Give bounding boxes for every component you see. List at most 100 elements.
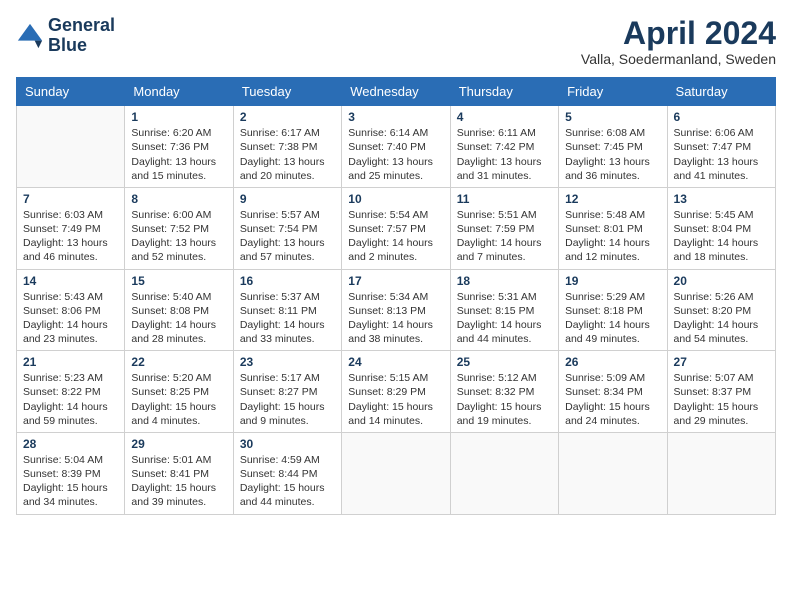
calendar-cell: 11 Sunrise: 5:51 AM Sunset: 7:59 PM Dayli… <box>450 187 558 269</box>
calendar-cell: 23Sunrise: 5:17 AM Sunset: 8:27 PM Dayli… <box>233 351 341 433</box>
title-area: April 2024 Valla, Soedermanland, Sweden <box>581 16 776 67</box>
calendar-week-row: 14 Sunrise: 5:43 AM Sunset: 8:06 PM Dayli… <box>17 269 776 351</box>
day-info: Sunrise: 5:04 AM Sunset: 8:39 PM Dayligh… <box>23 453 118 510</box>
day-number: 14 <box>23 274 118 288</box>
day-number: 27 <box>674 355 769 369</box>
calendar-cell <box>559 432 667 514</box>
calendar-cell: 10 Sunrise: 5:54 AM Sunset: 7:57 PM Dayli… <box>342 187 450 269</box>
day-number: 5 <box>565 110 660 124</box>
calendar-cell: 14 Sunrise: 5:43 AM Sunset: 8:06 PM Dayli… <box>17 269 125 351</box>
calendar-cell: 27 Sunrise: 5:07 AM Sunset: 8:37 PM Dayli… <box>667 351 775 433</box>
day-info: Sunrise: 5:12 AM Sunset: 8:32 PM Dayligh… <box>457 371 552 428</box>
calendar-week-row: 7 Sunrise: 6:03 AM Sunset: 7:49 PM Daylig… <box>17 187 776 269</box>
logo-text: General Blue <box>48 16 115 56</box>
calendar-cell: 19Sunrise: 5:29 AM Sunset: 8:18 PM Dayli… <box>559 269 667 351</box>
day-info: Sunrise: 5:23 AM Sunset: 8:22 PM Dayligh… <box>23 371 118 428</box>
day-number: 28 <box>23 437 118 451</box>
calendar-header-row: SundayMondayTuesdayWednesdayThursdayFrid… <box>17 78 776 106</box>
calendar-cell: 1 Sunrise: 6:20 AM Sunset: 7:36 PM Daylig… <box>125 106 233 188</box>
month-title: April 2024 <box>581 16 776 51</box>
day-number: 10 <box>348 192 443 206</box>
day-info: Sunrise: 5:26 AM Sunset: 8:20 PM Dayligh… <box>674 290 769 347</box>
day-number: 29 <box>131 437 226 451</box>
calendar-cell: 12Sunrise: 5:48 AM Sunset: 8:01 PM Dayli… <box>559 187 667 269</box>
day-info: Sunrise: 6:06 AM Sunset: 7:47 PM Dayligh… <box>674 126 769 183</box>
calendar-cell: 8 Sunrise: 6:00 AM Sunset: 7:52 PM Daylig… <box>125 187 233 269</box>
column-header-monday: Monday <box>125 78 233 106</box>
calendar-cell: 13 Sunrise: 5:45 AM Sunset: 8:04 PM Dayli… <box>667 187 775 269</box>
calendar-cell: 3 Sunrise: 6:14 AM Sunset: 7:40 PM Daylig… <box>342 106 450 188</box>
calendar-cell: 24Sunrise: 5:15 AM Sunset: 8:29 PM Dayli… <box>342 351 450 433</box>
day-number: 3 <box>348 110 443 124</box>
day-info: Sunrise: 5:37 AM Sunset: 8:11 PM Dayligh… <box>240 290 335 347</box>
day-info: Sunrise: 5:20 AM Sunset: 8:25 PM Dayligh… <box>131 371 226 428</box>
day-number: 12 <box>565 192 660 206</box>
calendar-cell: 15 Sunrise: 5:40 AM Sunset: 8:08 PM Dayli… <box>125 269 233 351</box>
day-info: Sunrise: 5:43 AM Sunset: 8:06 PM Dayligh… <box>23 290 118 347</box>
day-info: Sunrise: 5:40 AM Sunset: 8:08 PM Dayligh… <box>131 290 226 347</box>
day-info: Sunrise: 5:51 AM Sunset: 7:59 PM Dayligh… <box>457 208 552 265</box>
day-info: Sunrise: 5:34 AM Sunset: 8:13 PM Dayligh… <box>348 290 443 347</box>
calendar-cell: 21 Sunrise: 5:23 AM Sunset: 8:22 PM Dayli… <box>17 351 125 433</box>
calendar-cell: 4Sunrise: 6:11 AM Sunset: 7:42 PM Daylig… <box>450 106 558 188</box>
day-number: 17 <box>348 274 443 288</box>
day-number: 8 <box>131 192 226 206</box>
column-header-friday: Friday <box>559 78 667 106</box>
day-info: Sunrise: 5:31 AM Sunset: 8:15 PM Dayligh… <box>457 290 552 347</box>
logo-icon <box>16 22 44 50</box>
calendar-week-row: 1 Sunrise: 6:20 AM Sunset: 7:36 PM Daylig… <box>17 106 776 188</box>
day-number: 11 <box>457 192 552 206</box>
calendar-cell: 29Sunrise: 5:01 AM Sunset: 8:41 PM Dayli… <box>125 432 233 514</box>
calendar-cell: 5 Sunrise: 6:08 AM Sunset: 7:45 PM Daylig… <box>559 106 667 188</box>
day-number: 2 <box>240 110 335 124</box>
day-info: Sunrise: 5:07 AM Sunset: 8:37 PM Dayligh… <box>674 371 769 428</box>
header: General Blue April 2024 Valla, Soederman… <box>16 16 776 67</box>
calendar-cell: 2Sunrise: 6:17 AM Sunset: 7:38 PM Daylig… <box>233 106 341 188</box>
calendar-cell: 26Sunrise: 5:09 AM Sunset: 8:34 PM Dayli… <box>559 351 667 433</box>
calendar-cell: 6Sunrise: 6:06 AM Sunset: 7:47 PM Daylig… <box>667 106 775 188</box>
day-info: Sunrise: 5:57 AM Sunset: 7:54 PM Dayligh… <box>240 208 335 265</box>
day-number: 15 <box>131 274 226 288</box>
column-header-sunday: Sunday <box>17 78 125 106</box>
day-info: Sunrise: 6:20 AM Sunset: 7:36 PM Dayligh… <box>131 126 226 183</box>
day-number: 1 <box>131 110 226 124</box>
day-info: Sunrise: 6:00 AM Sunset: 7:52 PM Dayligh… <box>131 208 226 265</box>
calendar-cell: 20 Sunrise: 5:26 AM Sunset: 8:20 PM Dayli… <box>667 269 775 351</box>
calendar-week-row: 21 Sunrise: 5:23 AM Sunset: 8:22 PM Dayli… <box>17 351 776 433</box>
calendar-cell: 18 Sunrise: 5:31 AM Sunset: 8:15 PM Dayli… <box>450 269 558 351</box>
column-header-saturday: Saturday <box>667 78 775 106</box>
day-number: 18 <box>457 274 552 288</box>
day-info: Sunrise: 6:14 AM Sunset: 7:40 PM Dayligh… <box>348 126 443 183</box>
day-number: 24 <box>348 355 443 369</box>
calendar-cell: 7 Sunrise: 6:03 AM Sunset: 7:49 PM Daylig… <box>17 187 125 269</box>
day-info: Sunrise: 6:03 AM Sunset: 7:49 PM Dayligh… <box>23 208 118 265</box>
day-info: Sunrise: 4:59 AM Sunset: 8:44 PM Dayligh… <box>240 453 335 510</box>
day-number: 20 <box>674 274 769 288</box>
day-number: 25 <box>457 355 552 369</box>
day-info: Sunrise: 5:54 AM Sunset: 7:57 PM Dayligh… <box>348 208 443 265</box>
day-number: 21 <box>23 355 118 369</box>
calendar-cell <box>342 432 450 514</box>
day-number: 13 <box>674 192 769 206</box>
location-subtitle: Valla, Soedermanland, Sweden <box>581 51 776 67</box>
column-header-wednesday: Wednesday <box>342 78 450 106</box>
calendar-cell: 25 Sunrise: 5:12 AM Sunset: 8:32 PM Dayli… <box>450 351 558 433</box>
calendar-cell: 16Sunrise: 5:37 AM Sunset: 8:11 PM Dayli… <box>233 269 341 351</box>
day-info: Sunrise: 5:17 AM Sunset: 8:27 PM Dayligh… <box>240 371 335 428</box>
calendar-cell: 9 Sunrise: 5:57 AM Sunset: 7:54 PM Daylig… <box>233 187 341 269</box>
calendar-cell: 30 Sunrise: 4:59 AM Sunset: 8:44 PM Dayli… <box>233 432 341 514</box>
day-number: 30 <box>240 437 335 451</box>
day-info: Sunrise: 6:08 AM Sunset: 7:45 PM Dayligh… <box>565 126 660 183</box>
day-number: 9 <box>240 192 335 206</box>
calendar-cell: 17 Sunrise: 5:34 AM Sunset: 8:13 PM Dayli… <box>342 269 450 351</box>
day-number: 22 <box>131 355 226 369</box>
day-info: Sunrise: 6:11 AM Sunset: 7:42 PM Dayligh… <box>457 126 552 183</box>
calendar-cell: 28 Sunrise: 5:04 AM Sunset: 8:39 PM Dayli… <box>17 432 125 514</box>
column-header-thursday: Thursday <box>450 78 558 106</box>
calendar-cell <box>450 432 558 514</box>
calendar-cell: 22 Sunrise: 5:20 AM Sunset: 8:25 PM Dayli… <box>125 351 233 433</box>
day-info: Sunrise: 5:45 AM Sunset: 8:04 PM Dayligh… <box>674 208 769 265</box>
day-number: 19 <box>565 274 660 288</box>
calendar-cell <box>17 106 125 188</box>
day-number: 7 <box>23 192 118 206</box>
